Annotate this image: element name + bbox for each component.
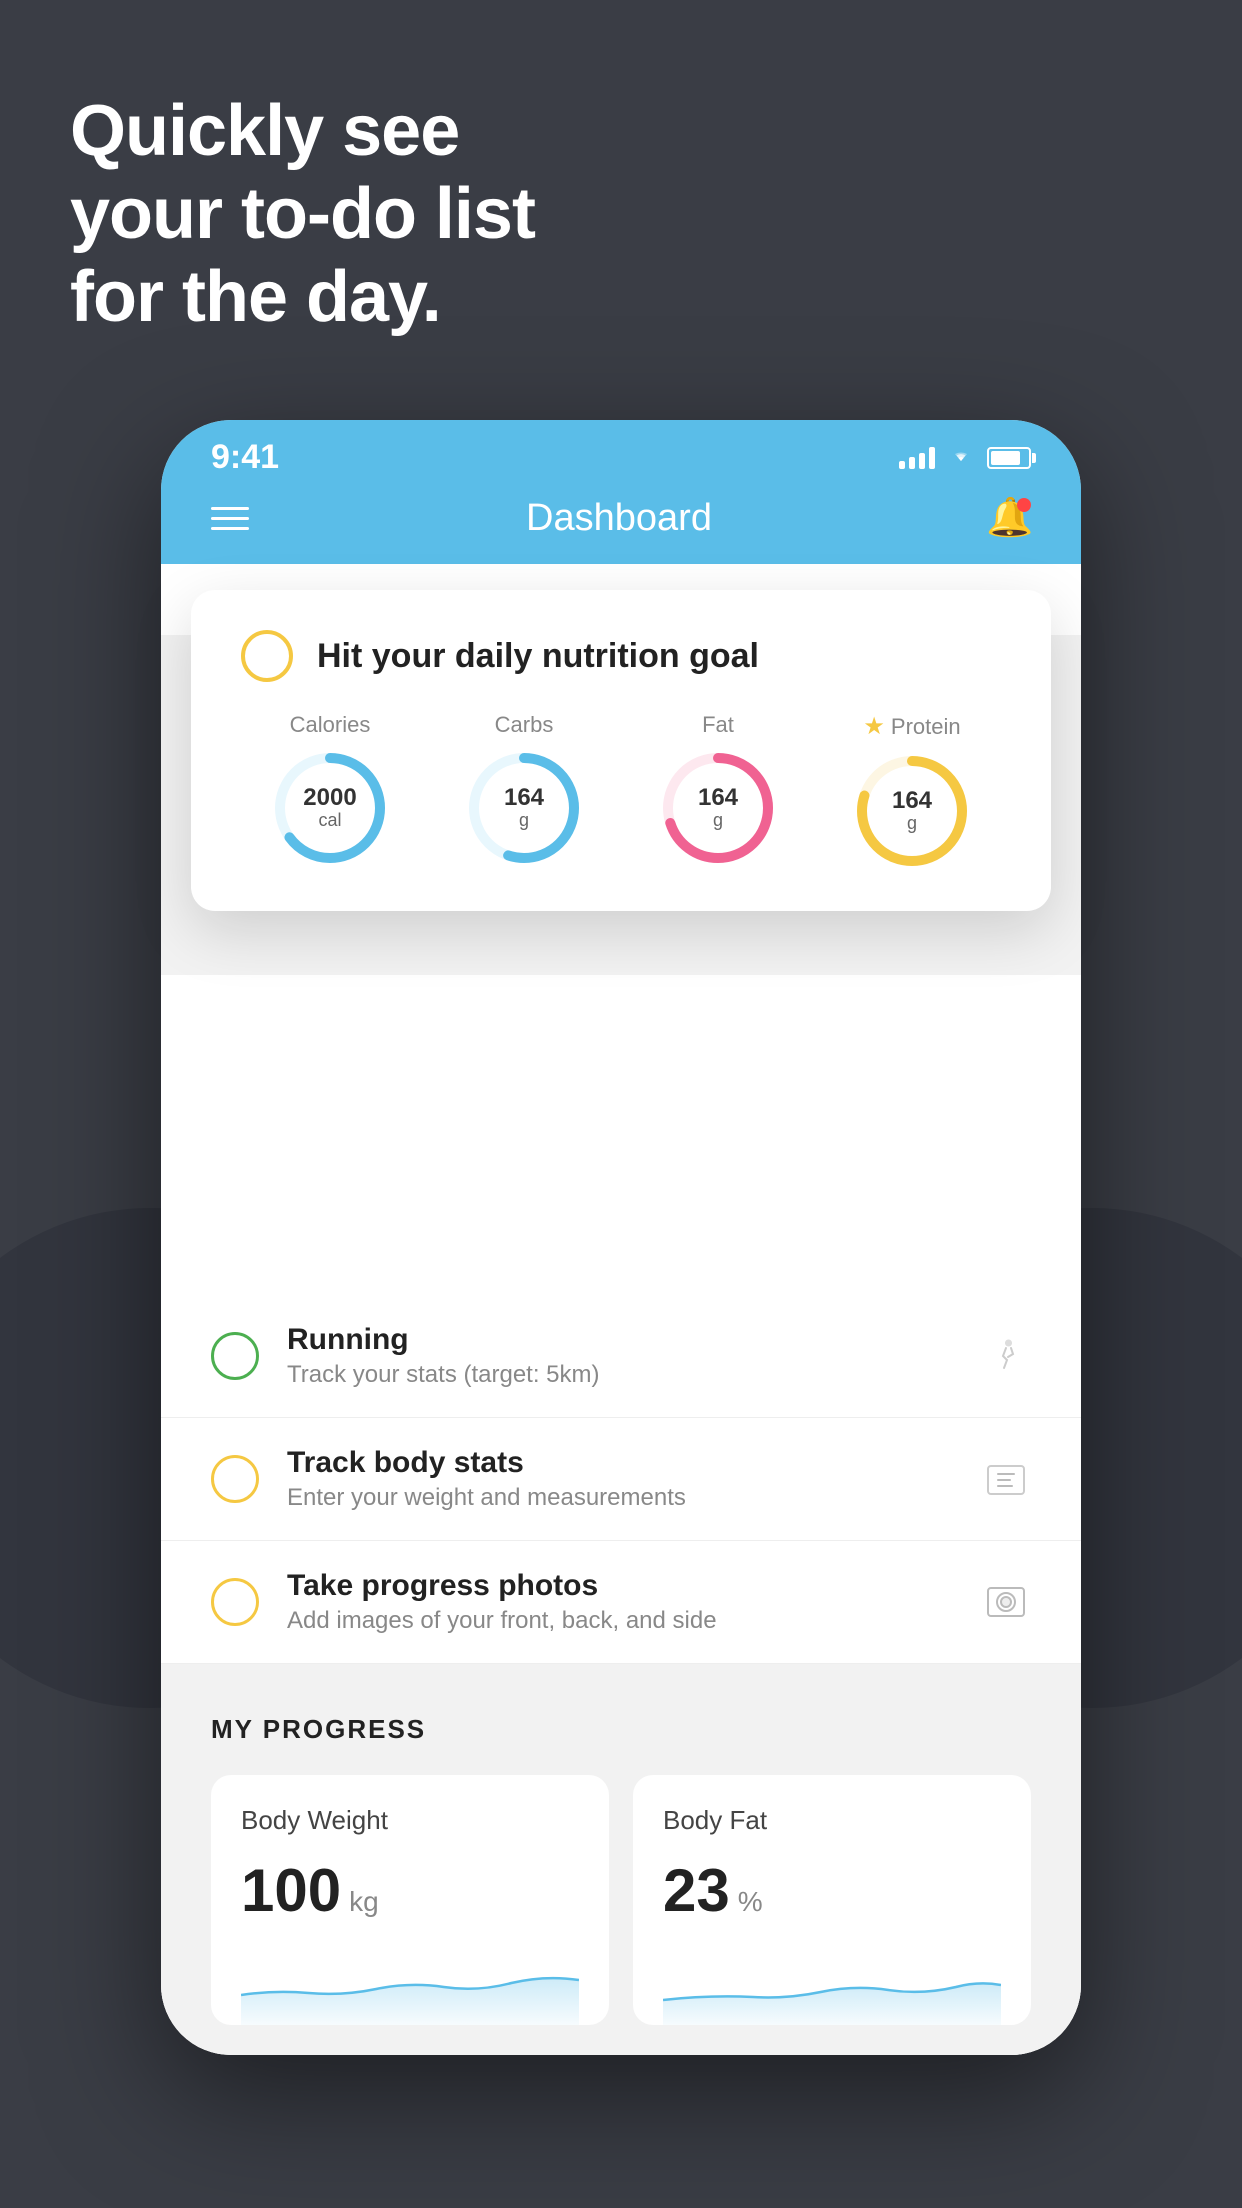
nav-title: Dashboard <box>526 497 712 540</box>
photos-icon <box>981 1577 1031 1627</box>
todo-list: Running Track your stats (target: 5km) T… <box>161 975 1081 1664</box>
todo-circle-photos <box>211 1578 259 1626</box>
calories-unit: cal <box>303 811 356 831</box>
calories-ring: 2000 cal <box>270 748 390 868</box>
hero-text: Quickly see your to-do list for the day. <box>70 90 535 338</box>
notification-dot <box>1017 498 1031 512</box>
carbs-value: 164 <box>504 785 544 811</box>
signal-icon <box>899 447 935 469</box>
body-fat-chart <box>663 1945 1001 2025</box>
nutrition-calories: Calories 2000 cal <box>270 712 390 871</box>
body-weight-value: 100 kg <box>241 1856 579 1925</box>
body-weight-number: 100 <box>241 1856 341 1925</box>
hero-line2: your to-do list <box>70 173 535 256</box>
todo-title-body-stats: Track body stats <box>287 1446 953 1480</box>
todo-text-photos: Take progress photos Add images of your … <box>287 1569 953 1635</box>
progress-cards: Body Weight 100 kg <box>211 1775 1031 2025</box>
protein-ring: 164 g <box>852 751 972 871</box>
protein-label: Protein <box>891 714 961 740</box>
todo-item-photos[interactable]: Take progress photos Add images of your … <box>161 1541 1081 1664</box>
body-fat-title: Body Fat <box>663 1805 1001 1836</box>
card-header: Hit your daily nutrition goal <box>241 630 1001 682</box>
progress-section-title: MY PROGRESS <box>211 1714 1031 1745</box>
hero-line3: for the day. <box>70 256 535 339</box>
todo-subtitle-body-stats: Enter your weight and measurements <box>287 1484 953 1512</box>
status-icons <box>899 443 1031 472</box>
nutrition-protein: ★ Protein 164 g <box>852 712 972 871</box>
carbs-unit: g <box>504 811 544 831</box>
carbs-ring: 164 g <box>464 748 584 868</box>
todo-subtitle-photos: Add images of your front, back, and side <box>287 1607 953 1635</box>
nutrition-circle-check <box>241 630 293 682</box>
card-title: Hit your daily nutrition goal <box>317 637 759 676</box>
hamburger-menu[interactable] <box>211 507 249 530</box>
nutrition-grid: Calories 2000 cal Carbs <box>241 712 1001 871</box>
body-weight-unit: kg <box>349 1886 379 1918</box>
progress-section: MY PROGRESS Body Weight 100 kg <box>161 1664 1081 2055</box>
status-time: 9:41 <box>211 438 279 477</box>
running-icon <box>981 1331 1031 1381</box>
body-fat-card: Body Fat 23 % <box>633 1775 1031 2025</box>
body-fat-number: 23 <box>663 1856 730 1925</box>
todo-title-running: Running <box>287 1323 953 1357</box>
todo-item-running[interactable]: Running Track your stats (target: 5km) <box>161 1295 1081 1418</box>
body-weight-title: Body Weight <box>241 1805 579 1836</box>
fat-value: 164 <box>698 785 738 811</box>
wifi-icon <box>947 443 975 472</box>
fat-unit: g <box>698 811 738 831</box>
calories-label: Calories <box>290 712 371 738</box>
status-bar: 9:41 <box>161 420 1081 487</box>
todo-circle-running <box>211 1332 259 1380</box>
todo-text-running: Running Track your stats (target: 5km) <box>287 1323 953 1389</box>
todo-title-photos: Take progress photos <box>287 1569 953 1603</box>
star-icon: ★ <box>863 712 885 741</box>
hero-line1: Quickly see <box>70 90 535 173</box>
nav-bar: Dashboard 🔔 <box>161 487 1081 564</box>
todo-item-body-stats[interactable]: Track body stats Enter your weight and m… <box>161 1418 1081 1541</box>
calories-value: 2000 <box>303 785 356 811</box>
fat-label: Fat <box>702 712 734 738</box>
todo-subtitle-running: Track your stats (target: 5km) <box>287 1361 953 1389</box>
nutrition-carbs: Carbs 164 g <box>464 712 584 871</box>
body-weight-card: Body Weight 100 kg <box>211 1775 609 2025</box>
nutrition-card: Hit your daily nutrition goal Calories 2… <box>191 590 1051 911</box>
fat-ring: 164 g <box>658 748 778 868</box>
nutrition-fat: Fat 164 g <box>658 712 778 871</box>
protein-unit: g <box>892 814 932 834</box>
battery-icon <box>987 447 1031 469</box>
body-weight-chart <box>241 1945 579 2025</box>
todo-circle-body-stats <box>211 1455 259 1503</box>
body-fat-value: 23 % <box>663 1856 1001 1925</box>
protein-value: 164 <box>892 788 932 814</box>
notification-bell[interactable]: 🔔 <box>989 498 1031 540</box>
body-stats-icon <box>981 1454 1031 1504</box>
carbs-label: Carbs <box>495 712 554 738</box>
todo-text-body-stats: Track body stats Enter your weight and m… <box>287 1446 953 1512</box>
body-fat-unit: % <box>738 1886 763 1918</box>
